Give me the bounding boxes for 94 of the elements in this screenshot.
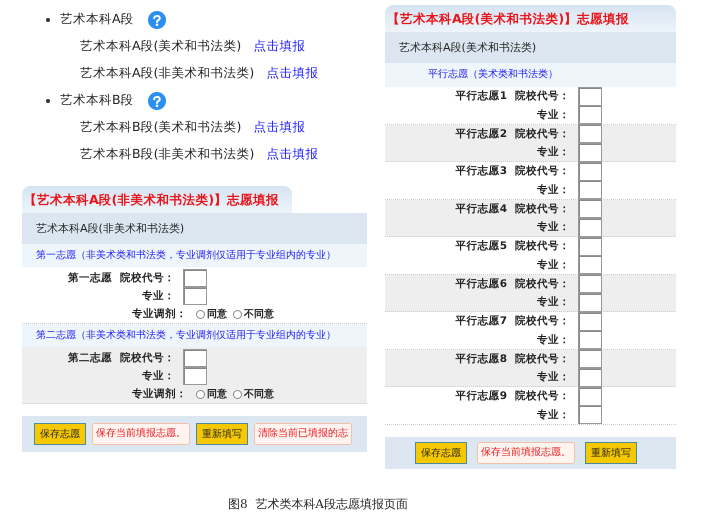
category-label: 艺术本科A段: [60, 11, 134, 28]
field-label: 专业：: [142, 369, 175, 383]
bullet-icon: [46, 98, 50, 102]
radio-button[interactable]: [196, 390, 205, 398]
form-subtitle: 艺术本科A段(非美术和书法类): [22, 213, 367, 244]
category-item: 艺术本科B段(非美术和书法类): [80, 146, 254, 163]
category-item: 艺术本科A段(非美术和书法类): [80, 65, 254, 82]
section-heading: 第一志愿（非美术类和书法类，专业调剂仅适用于专业组内的专业）: [22, 244, 367, 267]
field-label: 院校代号：: [515, 239, 570, 254]
fill-link[interactable]: 点击填报: [266, 146, 318, 163]
input-field[interactable]: [578, 218, 602, 237]
input-field[interactable]: [578, 312, 602, 331]
category-label: 艺术本科B段: [60, 92, 134, 109]
field-label: 院校代号：: [515, 164, 570, 178]
choice-label: 第二志愿: [68, 351, 112, 365]
choice-label: 平行志愿2: [456, 126, 507, 141]
choice-label: 平行志愿1: [456, 89, 507, 104]
hint-tip: 保存当前填报志愿。: [92, 423, 190, 445]
field-label: 院校代号：: [515, 126, 570, 141]
field-label: 专业：: [537, 258, 570, 272]
radio-label: 不同意: [244, 388, 274, 401]
input-field[interactable]: [578, 142, 602, 162]
choice-label: 第一志愿: [68, 271, 112, 285]
field-label: 专业：: [537, 145, 570, 160]
form-tab[interactable]: 【艺术本科A段(非美术和书法类)】志愿填报: [22, 186, 292, 213]
field-label: 院校代号：: [515, 352, 570, 366]
field-label: 院校代号：: [120, 271, 175, 285]
category-item: 艺术本科B段(美术和书法类): [80, 119, 242, 136]
field-label: 专业调剂：: [132, 387, 187, 401]
input-field[interactable]: [183, 349, 207, 367]
choice-label: 平行志愿8: [456, 352, 507, 366]
choice-label: 平行志愿9: [456, 389, 507, 404]
figure-caption: 图8 艺术类本科A段志愿填报页面: [228, 496, 409, 513]
input-field[interactable]: [578, 86, 602, 106]
choice-label: 平行志愿6: [456, 276, 507, 291]
field-label: 专业：: [537, 370, 570, 384]
field-label: 专业：: [142, 289, 175, 303]
radio-button[interactable]: [233, 310, 242, 318]
section-heading: 第二志愿（非美术类和书法类，专业调剂仅适用于专业组内的专业）: [22, 324, 367, 347]
radio-label: 不同意: [244, 308, 274, 321]
category-item: 艺术本科A段(美术和书法类): [80, 38, 242, 55]
field-label: 院校代号：: [120, 351, 175, 365]
choice-label: 平行志愿7: [456, 314, 507, 328]
input-field[interactable]: [578, 368, 602, 387]
input-field[interactable]: [578, 274, 602, 294]
action-button[interactable]: 保存志愿: [415, 442, 467, 464]
help-icon[interactable]: [148, 10, 166, 28]
field-label: 专业：: [537, 332, 570, 347]
form-subtitle: 艺术本科A段(美术和书法类): [385, 32, 676, 63]
input-field[interactable]: [578, 162, 602, 181]
input-field[interactable]: [578, 386, 602, 406]
input-field[interactable]: [578, 292, 602, 312]
field-label: 院校代号：: [515, 389, 570, 404]
action-button[interactable]: 保存志愿: [34, 423, 86, 445]
radio-label: 同意: [207, 308, 227, 321]
field-label: 专业：: [537, 408, 570, 422]
input-field[interactable]: [578, 405, 602, 424]
action-button[interactable]: 重新填写: [196, 423, 248, 445]
field-label: 院校代号：: [515, 89, 570, 104]
input-field[interactable]: [578, 349, 602, 368]
hint-tip: 保存当前填报志愿。: [477, 442, 575, 464]
hint-tip: 清除当前已填报的志: [254, 423, 352, 445]
input-field[interactable]: [578, 236, 602, 256]
choice-label: 平行志愿5: [456, 239, 507, 254]
input-field[interactable]: [183, 287, 207, 305]
input-field[interactable]: [578, 199, 602, 218]
input-field[interactable]: [578, 330, 602, 350]
form-tab[interactable]: 【艺术本科A段(美术和书法类)】志愿填报: [385, 5, 676, 32]
field-label: 院校代号：: [515, 276, 570, 291]
field-label: 专业：: [537, 220, 570, 234]
input-field[interactable]: [578, 124, 602, 144]
radio-label: 同意: [207, 388, 227, 401]
input-field[interactable]: [183, 367, 207, 385]
field-label: 专业：: [537, 182, 570, 197]
input-field[interactable]: [578, 180, 602, 200]
fill-link[interactable]: 点击填报: [266, 65, 318, 82]
choice-label: 平行志愿4: [456, 202, 507, 216]
field-label: 专业：: [537, 108, 570, 122]
input-field[interactable]: [183, 269, 207, 287]
input-field[interactable]: [578, 105, 602, 124]
field-label: 院校代号：: [515, 202, 570, 216]
field-label: 专业调剂：: [132, 307, 187, 321]
input-field[interactable]: [578, 255, 602, 274]
help-icon[interactable]: [148, 92, 166, 110]
radio-button[interactable]: [233, 390, 242, 398]
fill-link[interactable]: 点击填报: [253, 38, 306, 55]
radio-button[interactable]: [196, 310, 205, 318]
choice-label: 平行志愿3: [456, 164, 507, 178]
action-button[interactable]: 重新填写: [585, 442, 637, 464]
field-label: 专业：: [537, 295, 570, 310]
fill-link[interactable]: 点击填报: [253, 119, 306, 136]
field-label: 院校代号：: [515, 314, 570, 328]
bullet-icon: [46, 18, 50, 22]
section-heading: 平行志愿（美术类和书法类）: [385, 63, 676, 87]
